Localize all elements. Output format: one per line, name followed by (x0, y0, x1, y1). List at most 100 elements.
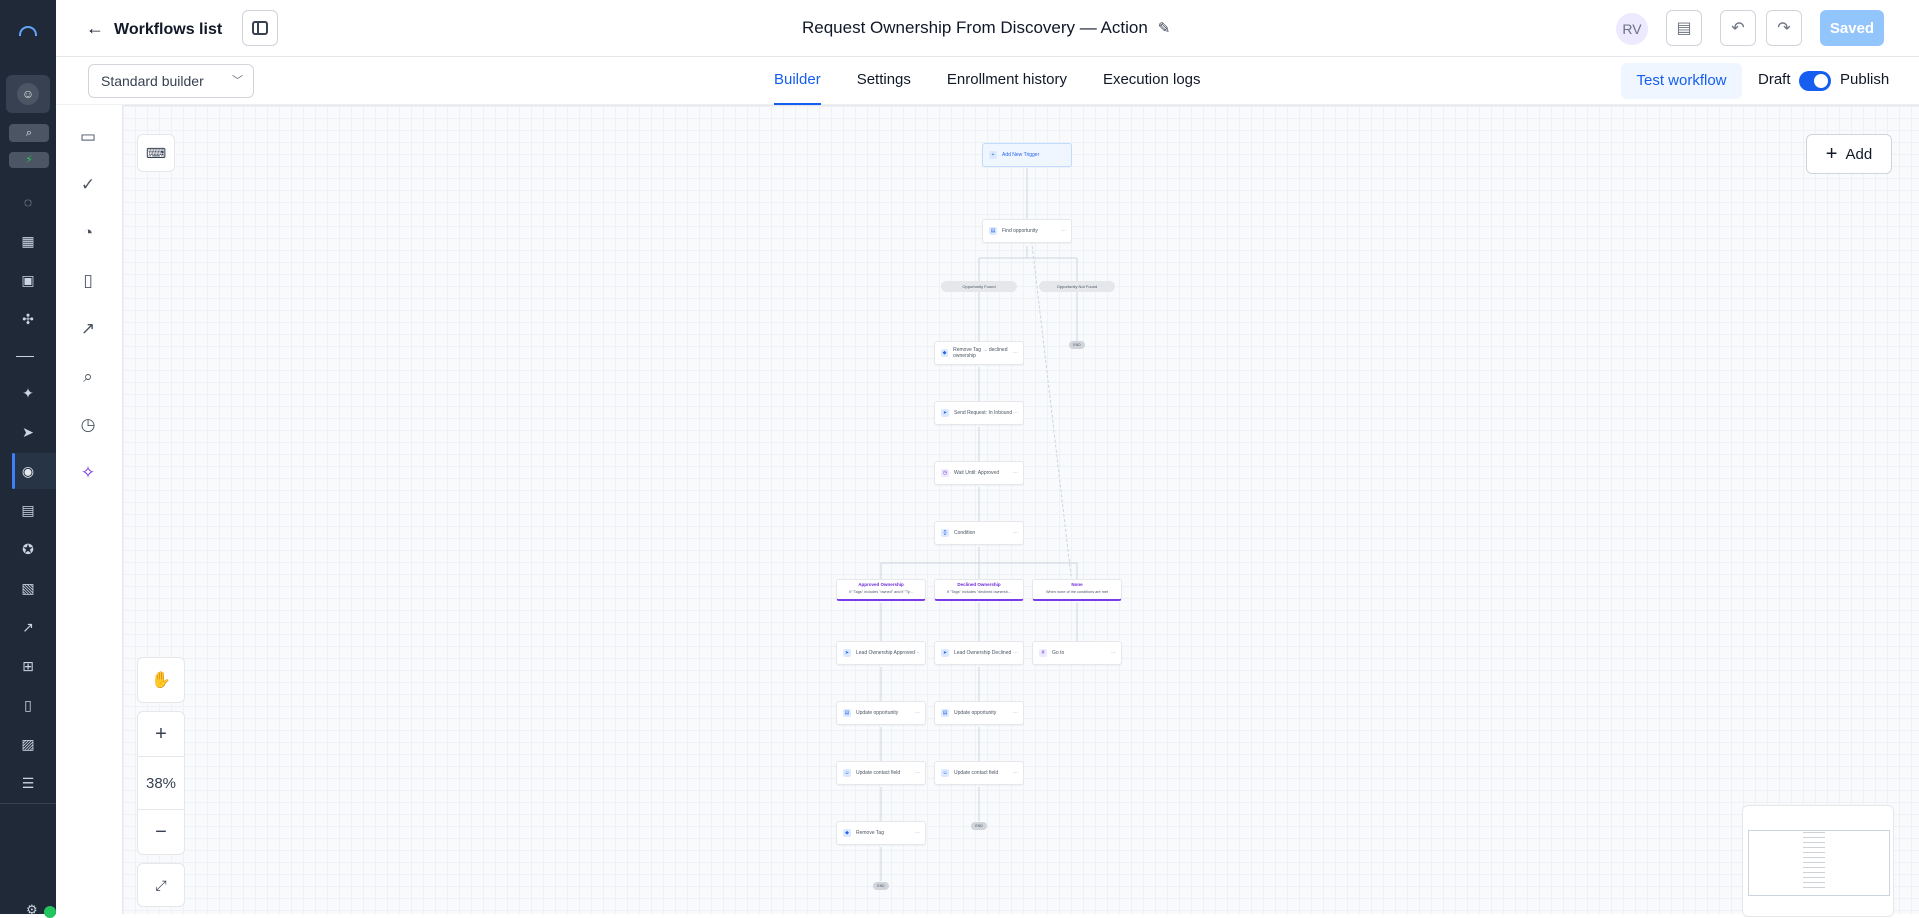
node-label: Update contact field (856, 770, 901, 776)
back-to-workflows-link[interactable]: ← Workflows list (86, 18, 222, 39)
redo-icon: ↷ (1777, 20, 1791, 37)
minimap[interactable] (1742, 805, 1894, 917)
more-icon[interactable]: ⋯ (1061, 228, 1066, 234)
card-icon[interactable]: ▨ (16, 732, 40, 756)
saved-button[interactable]: Saved (1820, 10, 1884, 46)
history-icon[interactable]: ◷ (76, 413, 100, 437)
update-opportunity-node[interactable]: ▤ Update opportunity ⋯ (836, 701, 926, 725)
contact-icon: ☺ (843, 769, 851, 777)
more-icon[interactable]: ⋯ (915, 770, 920, 776)
keyboard-shortcuts-button[interactable]: ⌨ (137, 134, 175, 172)
tab-execution-logs[interactable]: Execution logs (1103, 57, 1201, 105)
tab-settings[interactable]: Settings (857, 57, 911, 105)
tab-enrollment-history[interactable]: Enrollment history (947, 57, 1067, 105)
workflow-title[interactable]: Request Ownership From Discovery — Actio… (802, 18, 1170, 38)
more-icon[interactable]: ⋯ (1013, 710, 1018, 716)
settings-icon[interactable]: ⚙ (26, 902, 42, 918)
zoom-in-button[interactable]: + (137, 711, 185, 757)
notes-button[interactable]: ▤ (1666, 10, 1702, 46)
update-contact-field-node[interactable]: ☺ Update contact field ⋯ (836, 761, 926, 785)
tab-builder[interactable]: Builder (774, 57, 821, 105)
remove-tag-node[interactable]: ◆ Remove Tag → declined ownership ⋯ (934, 341, 1024, 365)
media-icon[interactable]: ▧ (16, 576, 40, 600)
pie-chart-icon[interactable]: ◔ (76, 221, 100, 245)
invoice-icon[interactable]: ▯ (16, 693, 40, 717)
branch-condition: If "Tags" includes "owned" and if "Ty... (849, 590, 913, 594)
go-to-node[interactable]: # Go to ⋯ (1032, 641, 1122, 665)
apps-icon[interactable]: ✣ (16, 307, 40, 331)
end-marker: END (1069, 341, 1085, 349)
node-label: Remove Tag (856, 830, 884, 836)
rail-bottom-divider (0, 803, 56, 804)
search-icon[interactable]: ⌕ (76, 365, 100, 389)
more-icon[interactable]: ⋯ (1013, 410, 1018, 416)
more-icon[interactable]: ⋯ (1111, 650, 1116, 656)
reporting-icon[interactable]: ↗ (16, 615, 40, 639)
file-icon[interactable]: ▯ (76, 269, 100, 293)
badge-icon[interactable]: ✪ (16, 537, 40, 561)
more-icon[interactable]: ⋯ (1013, 770, 1018, 776)
undo-button[interactable]: ↶ (1720, 10, 1756, 46)
external-link-icon[interactable]: ↗ (76, 317, 100, 341)
contacts-icon[interactable]: ▣ (16, 268, 40, 292)
branch-opportunity-not-found[interactable]: Opportunity Not Found (1039, 281, 1115, 292)
avatar[interactable]: RV (1616, 13, 1648, 45)
lead-ownership-approved-node[interactable]: ➤ Lead Ownership Approved ⋯ (836, 641, 926, 665)
add-trigger-node[interactable]: + Add New Trigger (982, 143, 1072, 167)
fit-view-button[interactable]: ⤢ (137, 863, 185, 907)
lead-ownership-declined-node[interactable]: ➤ Lead Ownership Declined ⋯ (934, 641, 1024, 665)
automation-icon[interactable]: ◉ (16, 459, 40, 483)
send-icon: ➤ (843, 649, 851, 657)
workflow-canvas[interactable]: + Add New Trigger ▤ Find opportunity ⋯ Oppo… (122, 105, 1919, 917)
remove-tag-node[interactable]: ◆ Remove Tag ⋯ (836, 821, 926, 845)
branch-approved-ownership[interactable]: Approved Ownership If "Tags" includes "o… (836, 579, 926, 601)
list-icon[interactable]: ☰ (16, 771, 40, 795)
zoom-controls: ✋ + 38% − ⤢ (137, 657, 185, 907)
publish-toggle[interactable] (1799, 71, 1831, 91)
bolt-icon[interactable]: ⚡ (9, 152, 49, 168)
branch-opportunity-found[interactable]: Opportunity Found (941, 281, 1017, 292)
grid-icon[interactable]: ⊞ (16, 654, 40, 678)
add-button[interactable]: + Add (1806, 134, 1892, 174)
wait-until-node[interactable]: ◷ Wait Until: Approved ⋯ (934, 461, 1024, 485)
more-icon[interactable]: ⋯ (915, 650, 920, 656)
magic-icon[interactable]: ✦ (16, 381, 40, 405)
user-icon: ☺ (17, 83, 39, 105)
check-circle-icon[interactable]: ✓ (76, 173, 100, 197)
more-icon[interactable]: ⋯ (915, 830, 920, 836)
chat-icon[interactable]: ◌ (16, 190, 40, 214)
branch-declined-ownership[interactable]: Declined Ownership If "Tags" includes "d… (934, 579, 1024, 601)
zoom-out-button[interactable]: − (137, 809, 185, 855)
pan-hand-button[interactable]: ✋ (137, 657, 185, 703)
node-label: Condition (954, 530, 976, 536)
ai-sparkle-icon[interactable]: ✧ (76, 461, 100, 485)
find-opportunity-node[interactable]: ▤ Find opportunity ⋯ (982, 219, 1072, 243)
expand-icon: ⤢ (155, 876, 167, 893)
more-icon[interactable]: ⋯ (1013, 530, 1018, 536)
condition-node[interactable]: {} Condition ⋯ (934, 521, 1024, 545)
branch-none[interactable]: None When none of the conditions are met (1032, 579, 1122, 601)
redo-button[interactable]: ↷ (1766, 10, 1802, 46)
send-icon: ➤ (941, 649, 949, 657)
more-icon[interactable]: ⋯ (1013, 350, 1018, 356)
comment-icon[interactable]: ▭ (76, 125, 100, 149)
send-icon[interactable]: ➤ (16, 420, 40, 444)
toggle-panel-button[interactable] (242, 10, 278, 46)
sites-icon[interactable]: ▤ (16, 498, 40, 522)
more-icon[interactable]: ⋯ (1013, 470, 1018, 476)
update-opportunity-node[interactable]: ▤ Update opportunity ⋯ (934, 701, 1024, 725)
builder-type-select[interactable]: Standard builder ﹀ (88, 64, 254, 98)
calendar-icon[interactable]: ▦ (16, 229, 40, 253)
active-item-indicator (12, 453, 15, 489)
more-icon[interactable]: ⋯ (915, 710, 920, 716)
search-icon[interactable]: ⌕ (9, 124, 49, 142)
more-icon[interactable]: ⋯ (1013, 650, 1018, 656)
hand-icon: ✋ (151, 672, 171, 689)
edit-pencil-icon[interactable]: ✎ (1158, 20, 1171, 37)
update-contact-field-node[interactable]: ☺ Update contact field ⋯ (934, 761, 1024, 785)
tag-icon: ◆ (843, 829, 851, 837)
test-workflow-button[interactable]: Test workflow (1621, 63, 1742, 99)
app-rail: ☺ ⌕ ⚡ ◌ ▦ ▣ ✣ ✦ ➤ ◉ ▤ ✪ ▧ ↗ ⊞ ▯ ▨ ☰ ⚙ (0, 0, 56, 918)
send-request-node[interactable]: ➤ Send Request: In Inbound ⋯ (934, 401, 1024, 425)
account-switcher[interactable]: ☺ (6, 75, 50, 113)
